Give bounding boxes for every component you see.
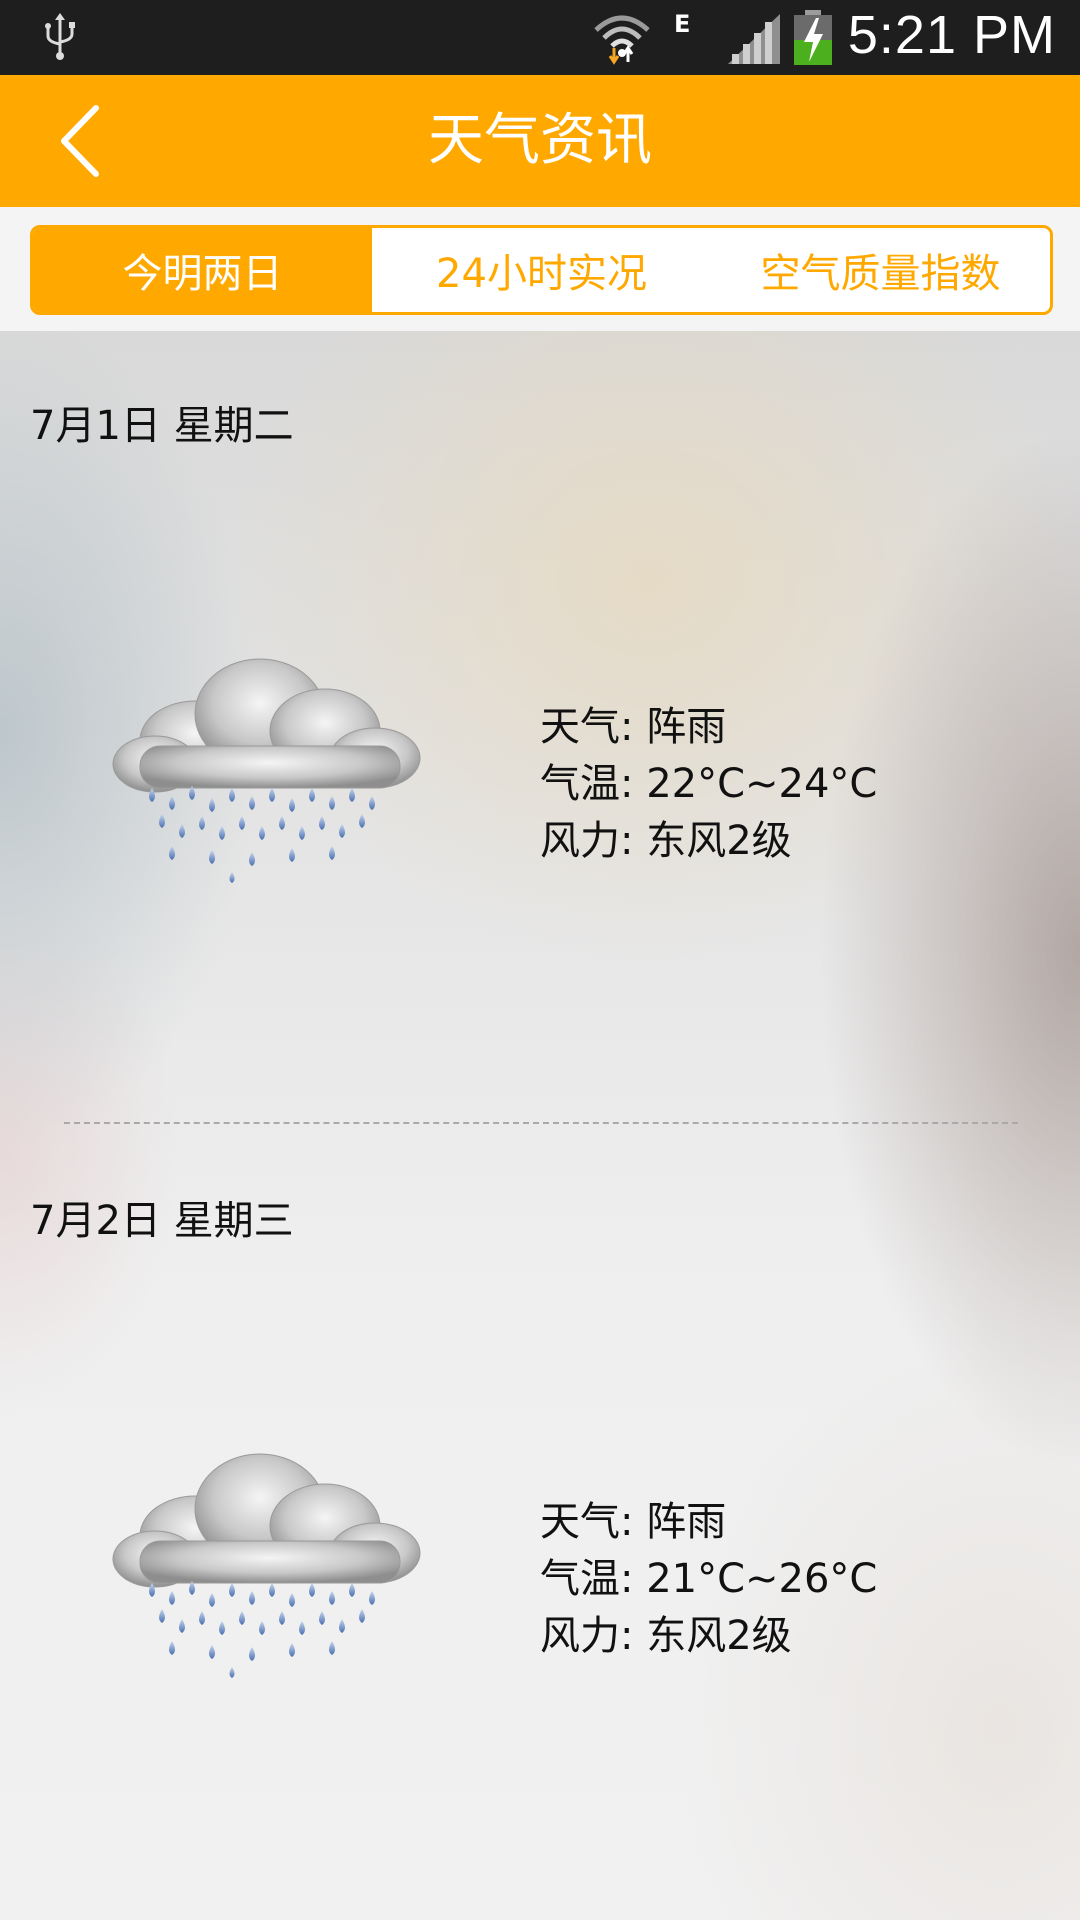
battery-charging-icon [794,10,832,65]
forecast-details: 天气: 阵雨 气温: 22°C~24°C 风力: 东风2级 [540,699,877,870]
day-forecast-card: 7月1日 星期二 天气: 阵雨 气温: 22°C~24°C 风力: 东风2级 [0,331,1080,1121]
wind-level: 风力: 东风2级 [540,818,792,864]
status-bar: E 5:21 PM [0,0,1080,75]
weather-content[interactable]: 7月1日 星期二 天气: 阵雨 气温: 22°C~24°C 风力: 东风2级 7… [0,331,1080,1920]
weather-condition: 天气: 阵雨 [540,704,727,750]
day-forecast-card: 7月2日 星期三 天气: 阵雨 气温: 21°C~26°C 风力: 东风2级 [0,1126,1080,1916]
segmented-tabs: 今明两日 24小时实况 空气质量指数 [30,225,1053,315]
forecast-date: 7月1日 星期二 [30,403,294,449]
app-header: 天气资讯 [0,75,1080,207]
tab-today-tomorrow[interactable]: 今明两日 [33,228,372,312]
forecast-details: 天气: 阵雨 气温: 21°C~26°C 风力: 东风2级 [540,1494,877,1665]
forecast-date: 7月2日 星期三 [30,1198,294,1244]
tab-air-quality-index[interactable]: 空气质量指数 [711,228,1050,312]
tab-bar-container: 今明两日 24小时实况 空气质量指数 [0,207,1080,331]
temperature-range: 气温: 21°C~26°C [540,1556,878,1602]
weather-condition: 天气: 阵雨 [540,1499,727,1545]
status-clock: 5:21 PM [847,5,1056,65]
network-type-label: E [674,10,691,38]
day-divider [64,1122,1018,1124]
rain-shower-cloud-icon [112,1453,421,1678]
usb-icon [45,13,75,60]
tab-24-hour-live[interactable]: 24小时实况 [372,228,711,312]
wifi-icon [594,15,650,65]
signal-icon [728,14,780,64]
temperature-range: 气温: 22°C~24°C [540,761,878,807]
rain-shower-cloud-icon [112,658,421,883]
wind-level: 风力: 东风2级 [540,1613,792,1659]
page-title: 天气资讯 [428,108,652,173]
